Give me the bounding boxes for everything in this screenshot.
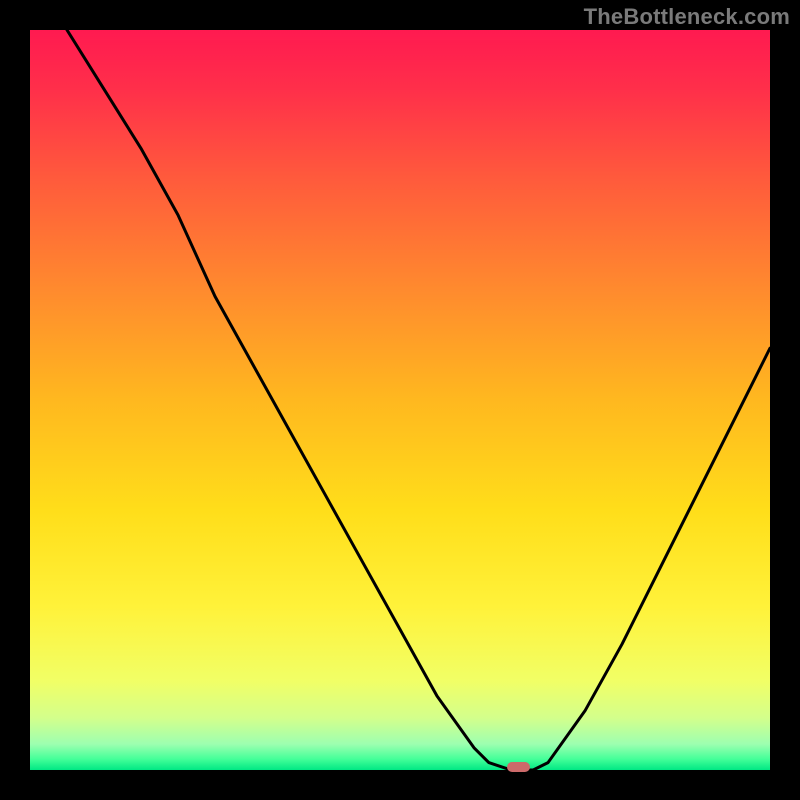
chart-frame: TheBottleneck.com: [0, 0, 800, 800]
bottleneck-curve: [67, 30, 770, 770]
optimum-marker: [507, 762, 531, 772]
curve-svg: [30, 30, 770, 770]
watermark-label: TheBottleneck.com: [584, 4, 790, 30]
plot-area: [30, 30, 770, 770]
